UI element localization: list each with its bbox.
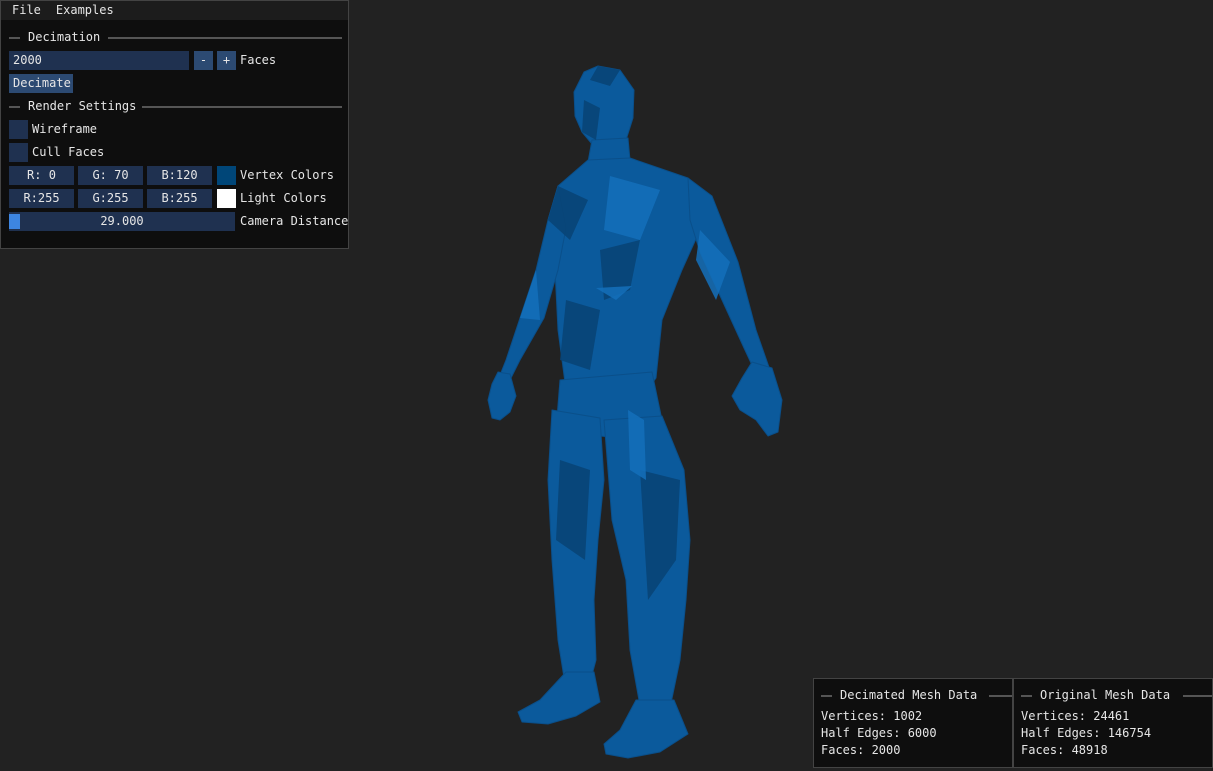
decimated-mesh-panel: Decimated Mesh Data Vertices: 1002 Half …	[813, 678, 1013, 768]
light-color-swatch[interactable]	[217, 189, 236, 208]
wireframe-row: Wireframe	[1, 120, 348, 139]
decimated-faces: Faces: 2000	[821, 743, 901, 757]
separator-line	[142, 106, 342, 108]
decimate-button[interactable]: Decimate	[9, 74, 73, 93]
faces-label: Faces	[240, 53, 277, 67]
camera-distance-value: 29.000	[100, 214, 144, 228]
cull-faces-checkbox[interactable]	[9, 143, 28, 162]
separator-line	[1183, 695, 1212, 697]
separator-line	[9, 37, 20, 39]
decimation-section-header: Decimation	[9, 30, 342, 45]
menu-file[interactable]: File	[1, 1, 48, 20]
faces-input[interactable]: 2000	[9, 51, 189, 70]
separator-line	[9, 106, 20, 108]
vertex-color-r-field[interactable]: R: 0	[9, 166, 74, 185]
original-mesh-panel: Original Mesh Data Vertices: 24461 Half …	[1013, 678, 1213, 768]
decimated-mesh-header: Decimated Mesh Data	[821, 688, 1012, 703]
faces-row: 2000 - + Faces	[1, 51, 348, 70]
light-colors-row: R:255 G:255 B:255 Light Colors	[1, 189, 348, 208]
decimation-header-label: Decimation	[28, 30, 101, 44]
original-faces: Faces: 48918	[1021, 743, 1108, 757]
camera-distance-row: 29.000 Camera Distance	[1, 212, 348, 231]
light-color-b-field[interactable]: B:255	[147, 189, 212, 208]
separator-line	[108, 37, 342, 39]
camera-distance-slider-grab[interactable]	[9, 214, 20, 229]
vertex-colors-row: R: 0 G: 70 B:120 Vertex Colors	[1, 166, 348, 185]
menu-examples[interactable]: Examples	[48, 1, 121, 20]
settings-panel: File Examples Decimation 2000 - + Faces …	[0, 0, 349, 249]
camera-distance-slider[interactable]: 29.000	[9, 212, 235, 231]
separator-line	[1021, 695, 1032, 697]
faces-increment-button[interactable]: +	[217, 51, 236, 70]
light-color-g-field[interactable]: G:255	[78, 189, 143, 208]
light-colors-label: Light Colors	[240, 191, 327, 205]
vertex-color-swatch[interactable]	[217, 166, 236, 185]
wireframe-label: Wireframe	[32, 122, 98, 136]
decimated-mesh-header-label: Decimated Mesh Data	[840, 688, 978, 702]
original-mesh-header-label: Original Mesh Data	[1040, 688, 1171, 702]
faces-decrement-button[interactable]: -	[194, 51, 213, 70]
cull-faces-row: Cull Faces	[1, 143, 348, 162]
original-mesh-header: Original Mesh Data	[1021, 688, 1212, 703]
separator-line	[989, 695, 1012, 697]
vertex-color-b-field[interactable]: B:120	[147, 166, 212, 185]
vertex-color-g-field[interactable]: G: 70	[78, 166, 143, 185]
render-settings-section-header: Render Settings	[9, 99, 342, 114]
render-settings-header-label: Render Settings	[28, 99, 137, 113]
wireframe-checkbox[interactable]	[9, 120, 28, 139]
camera-distance-label: Camera Distance	[240, 214, 349, 228]
vertex-colors-label: Vertex Colors	[240, 168, 334, 182]
cull-faces-label: Cull Faces	[32, 145, 105, 159]
menu-bar: File Examples	[1, 1, 348, 20]
light-color-r-field[interactable]: R:255	[9, 189, 74, 208]
separator-line	[821, 695, 832, 697]
